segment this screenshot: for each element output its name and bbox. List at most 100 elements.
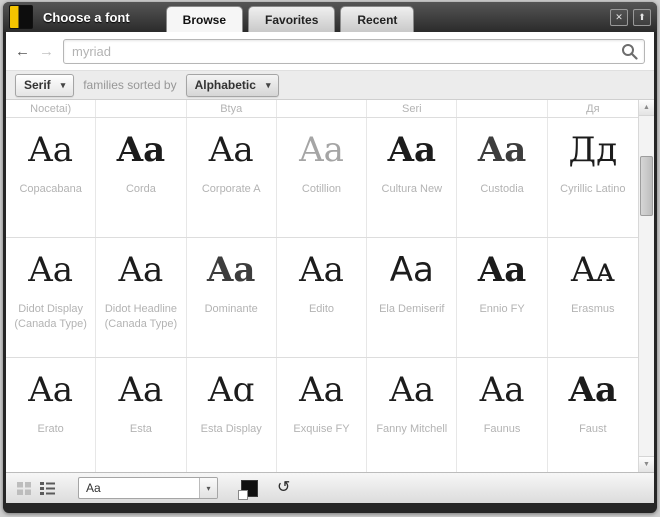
font-preview: Aa [389,370,435,410]
font-name: Edito [308,303,335,316]
window-controls: ✕ ⬆ [610,8,651,26]
grid-view-icon[interactable] [14,479,34,497]
sort-dropdown[interactable]: Alphabetic ▾ [185,73,280,97]
app-logo-icon [9,5,33,29]
search-icon[interactable] [621,43,638,60]
font-card[interactable]: Aᴀ Erasmus [548,238,638,357]
color-swatch[interactable] [238,479,258,500]
font-row-clipped: Nocetai) Btya Seri Дя [6,100,638,118]
scrollbar-thumb[interactable] [640,156,653,216]
font-card[interactable]: Aa Corporate A [187,118,277,237]
font-card-clipped[interactable]: Seri [367,100,458,117]
font-card-clipped[interactable]: Btya [187,100,277,117]
font-card-clipped[interactable] [96,100,187,117]
search-bar: ← → [6,32,654,70]
sorted-by-label: families sorted by [83,78,177,92]
font-card[interactable]: Aa Ennio FY [457,238,548,357]
font-name: Cotillion [301,183,342,196]
font-card[interactable]: Aa Custodia [457,118,548,237]
tab-recent[interactable]: Recent [340,6,415,32]
scroll-down-icon[interactable]: ▼ [639,456,654,472]
font-name: Esta Display [200,423,262,436]
category-dropdown[interactable]: Serif ▾ [15,73,75,97]
font-grid: Nocetai) Btya Seri Дя Aa Copacabana Aa Corda Aa C… [6,100,638,472]
font-name: Erasmus [571,303,615,316]
font-card[interactable]: Aa Cultura New [367,118,458,237]
font-preview: Aa [389,250,434,290]
back-arrow-icon[interactable]: ← [15,44,30,59]
font-name: Custodia [480,183,524,196]
font-name: Fanny Mitchell [376,423,448,436]
font-preview: Aa [477,130,527,170]
font-preview: Дд [568,130,618,170]
font-name: Erato [37,423,64,436]
tab-browse[interactable]: Browse [165,6,244,32]
font-name: Copacabana [19,183,82,196]
font-name: Nocetai) [30,103,72,115]
popout-icon[interactable]: ⬆ [633,8,651,26]
font-preview: Aa [118,250,164,290]
font-preview: Aa [568,370,618,410]
font-preview: Aa [208,130,254,170]
scrollbar[interactable]: ▲ ▼ [638,100,654,472]
font-preview: Aa [479,370,525,410]
chevron-down-icon: ▾ [199,478,217,498]
font-card[interactable]: Aa Cotillion [277,118,368,237]
filter-bar: Serif ▾ families sorted by Alphabetic ▾ [6,70,654,100]
preview-text-value: Aa [86,481,101,495]
font-card[interactable]: Aa Ela Demiserif [367,238,458,357]
tab-favorites[interactable]: Favorites [248,6,336,32]
font-card[interactable]: Aa Didot Display (Canada Type) [6,238,97,357]
font-preview: Aa [28,250,74,290]
font-name: Corporate A [201,183,261,196]
reset-colors-icon[interactable]: ↻ [277,479,290,496]
font-card[interactable]: Aa Didot Headline (Canada Type) [96,238,187,357]
font-card[interactable]: Aa Dominante [187,238,277,357]
list-view-icon[interactable] [37,479,57,497]
font-name: Btya [220,103,243,115]
font-card[interactable]: Aɑ Esta Display [187,358,277,472]
search-input[interactable] [63,39,645,64]
category-value: Serif [24,78,51,92]
close-icon[interactable]: ✕ [610,8,628,26]
font-preview: Aa [28,130,74,170]
scroll-up-icon[interactable]: ▲ [639,100,654,116]
font-name: Faust [579,423,607,436]
font-name: Faunus [483,423,521,436]
font-name: Dominante [204,303,258,316]
font-name: Esta [129,423,152,436]
chevron-down-icon: ▾ [60,79,66,90]
font-card[interactable]: Aa Erato [6,358,97,472]
preview-text-select[interactable]: Aa ▾ [78,477,218,499]
font-card[interactable]: Aa Esta [96,358,187,472]
font-preview: Aa [206,250,256,290]
dialog-content: ← → Serif ▾ families sorted by Alphabeti… [6,32,654,503]
sort-value: Alphabetic [194,78,256,92]
font-card-clipped[interactable]: Дя [548,100,638,117]
font-preview: Aa [299,250,344,290]
forward-arrow-icon[interactable]: → [39,44,54,59]
window-header: Choose a font Browse Favorites Recent ✕ … [3,2,657,32]
font-card[interactable]: Aa Fanny Mitchell [367,358,458,472]
font-card[interactable]: Aa Edito [277,238,368,357]
font-card[interactable]: Aa Corda [96,118,187,237]
font-card[interactable]: Aa Faunus [457,358,548,472]
font-preview: Aa [28,370,74,410]
font-name: Cyrillic Latino [560,183,626,196]
font-card[interactable]: Aa Exquise FY [277,358,368,472]
font-preview: Aᴀ [570,250,615,290]
font-card-clipped[interactable]: Nocetai) [6,100,97,117]
window-title: Choose a font [43,9,130,25]
font-preview: Aa [299,370,344,410]
font-name: Ela Demiserif [379,303,445,316]
font-card-clipped[interactable] [277,100,368,117]
view-toggle [14,479,57,497]
font-grid-area: Nocetai) Btya Seri Дя Aa Copacabana Aa Corda Aa C… [6,100,654,472]
font-name: Seri [402,103,422,115]
font-card[interactable]: Aa Copacabana [6,118,97,237]
font-card-clipped[interactable] [457,100,548,117]
scrollbar-track[interactable] [639,116,654,456]
font-preview: Aa [118,370,164,410]
font-card[interactable]: Дд Cyrillic Latino [548,118,638,237]
font-card[interactable]: Aa Faust [548,358,638,472]
